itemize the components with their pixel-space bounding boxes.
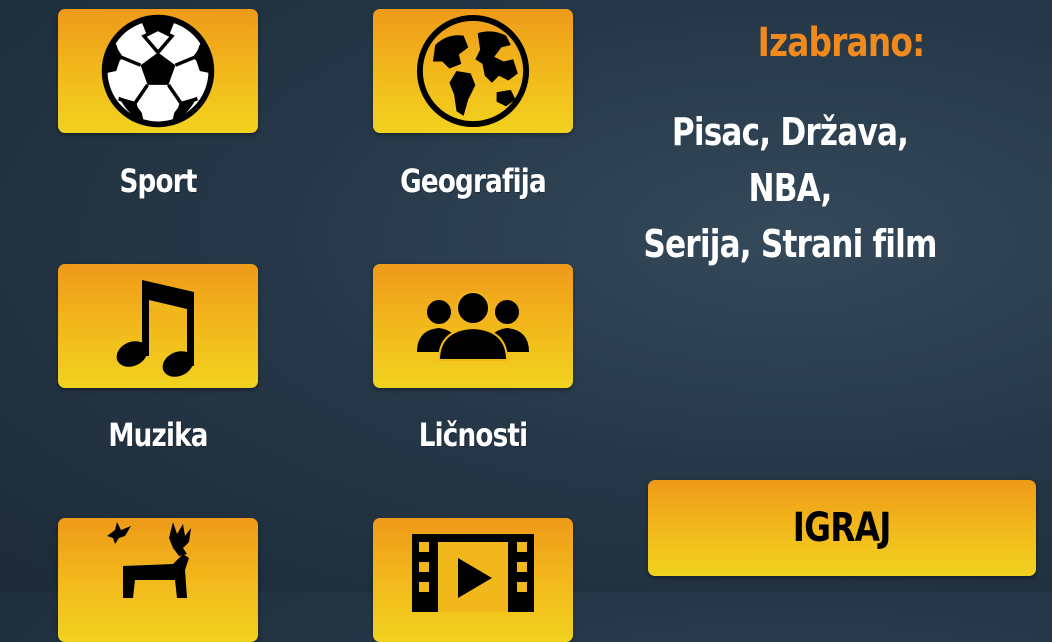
category-tile-animals[interactable] <box>58 518 258 642</box>
music-note-icon <box>116 280 194 377</box>
category-tile-sport[interactable] <box>58 9 258 133</box>
selected-categories-list: Pisac, Država, NBA, Serija, Strani film <box>642 104 937 272</box>
play-button-label: IGRAJ <box>793 505 892 551</box>
category-label-sport: Sport <box>119 162 197 200</box>
category-tile-film[interactable] <box>373 518 573 642</box>
category-label-geografija: Geografija <box>400 162 547 200</box>
category-tile-muzika[interactable] <box>58 264 258 388</box>
category-tile-geografija[interactable] <box>373 9 573 133</box>
selected-line-2: Serija, Strani film <box>643 222 937 266</box>
category-label-muzika: Muzika <box>108 416 208 454</box>
globe-icon <box>416 14 530 128</box>
play-button[interactable]: IGRAJ <box>648 480 1036 576</box>
category-label-licnosti: Ličnosti <box>418 416 528 454</box>
animals-icon <box>107 522 191 598</box>
selected-line-1: Pisac, Država, NBA, <box>671 110 909 210</box>
selected-title: Izabrano: <box>757 20 926 66</box>
soccer-ball-icon <box>101 14 215 128</box>
people-icon <box>417 291 529 361</box>
film-icon <box>412 534 534 612</box>
category-tile-licnosti[interactable] <box>373 264 573 388</box>
